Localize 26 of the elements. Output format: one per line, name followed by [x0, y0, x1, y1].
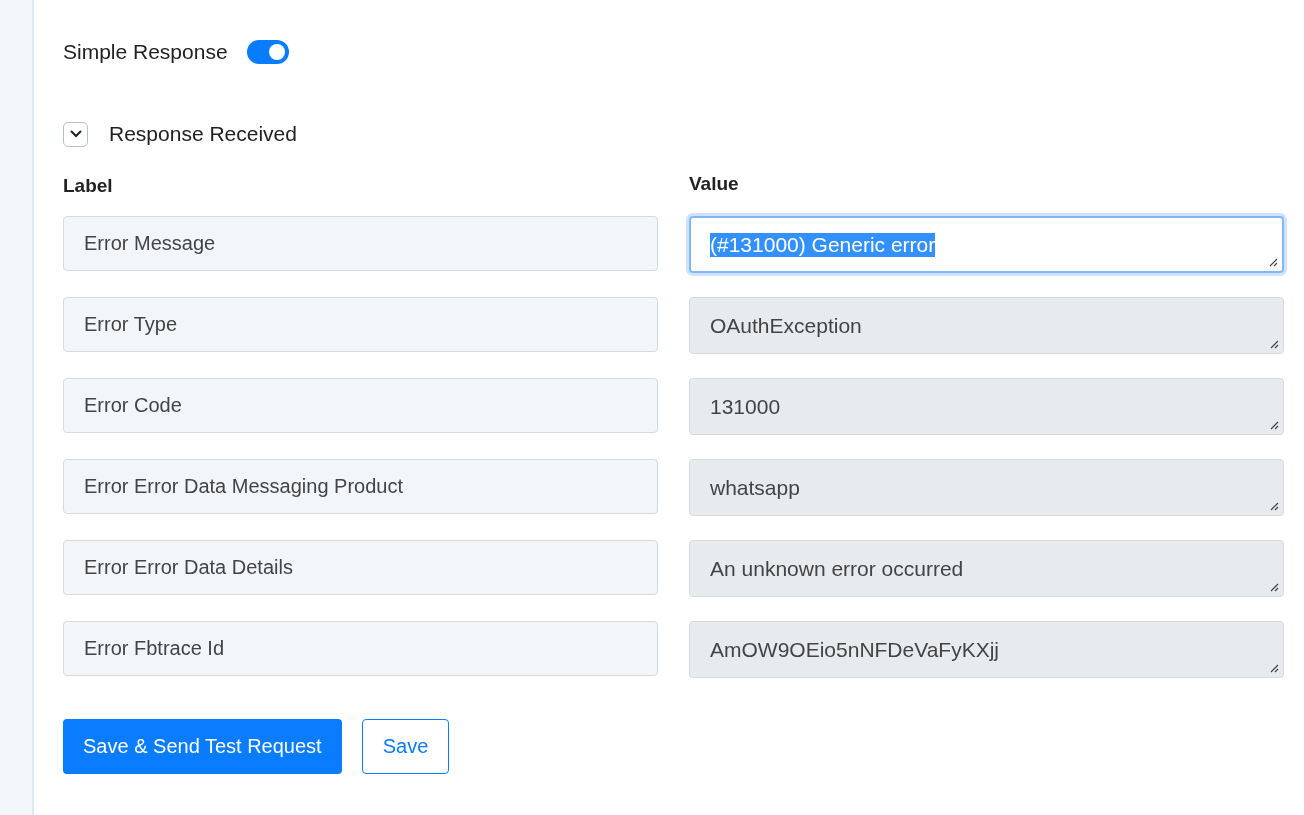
resize-grip-icon[interactable]	[1268, 257, 1278, 267]
simple-response-label: Simple Response	[63, 40, 228, 64]
label-field[interactable]: Error Code	[63, 378, 658, 433]
label-field[interactable]: Error Error Data Details	[63, 540, 658, 595]
label-field[interactable]: Error Type	[63, 297, 658, 352]
column-header: Label	[63, 175, 114, 197]
value-field[interactable]: OAuthException	[689, 297, 1284, 354]
simple-response-toggle[interactable]	[246, 40, 289, 64]
resize-grip-icon[interactable]	[1269, 663, 1279, 673]
chevron-icon	[69, 130, 82, 138]
value-field[interactable]: AmOW9OEio5nNFDeVaFyKXjj	[689, 621, 1284, 678]
save-button[interactable]: Save	[361, 719, 450, 774]
label-field[interactable]: Error Fbtrace Id	[63, 621, 658, 676]
value-field[interactable]: 131000	[689, 378, 1284, 435]
save-and-send-button[interactable]: Save & Send Test Request	[63, 719, 342, 774]
section-title: Response Received	[109, 122, 297, 146]
value-field[interactable]: whatsapp	[689, 459, 1284, 516]
resize-grip-icon[interactable]	[1269, 339, 1279, 349]
label-field[interactable]: Error Message	[63, 216, 658, 271]
collapse-toggle[interactable]	[63, 121, 88, 147]
column-header: Value	[689, 173, 740, 196]
resize-grip-icon[interactable]	[1269, 420, 1279, 430]
resize-grip-icon[interactable]	[1269, 582, 1279, 592]
label-field[interactable]: Error Error Data Messaging Product	[63, 459, 658, 514]
resize-grip-icon[interactable]	[1269, 501, 1279, 511]
value-field[interactable]: An unknown error occurred	[689, 540, 1284, 597]
